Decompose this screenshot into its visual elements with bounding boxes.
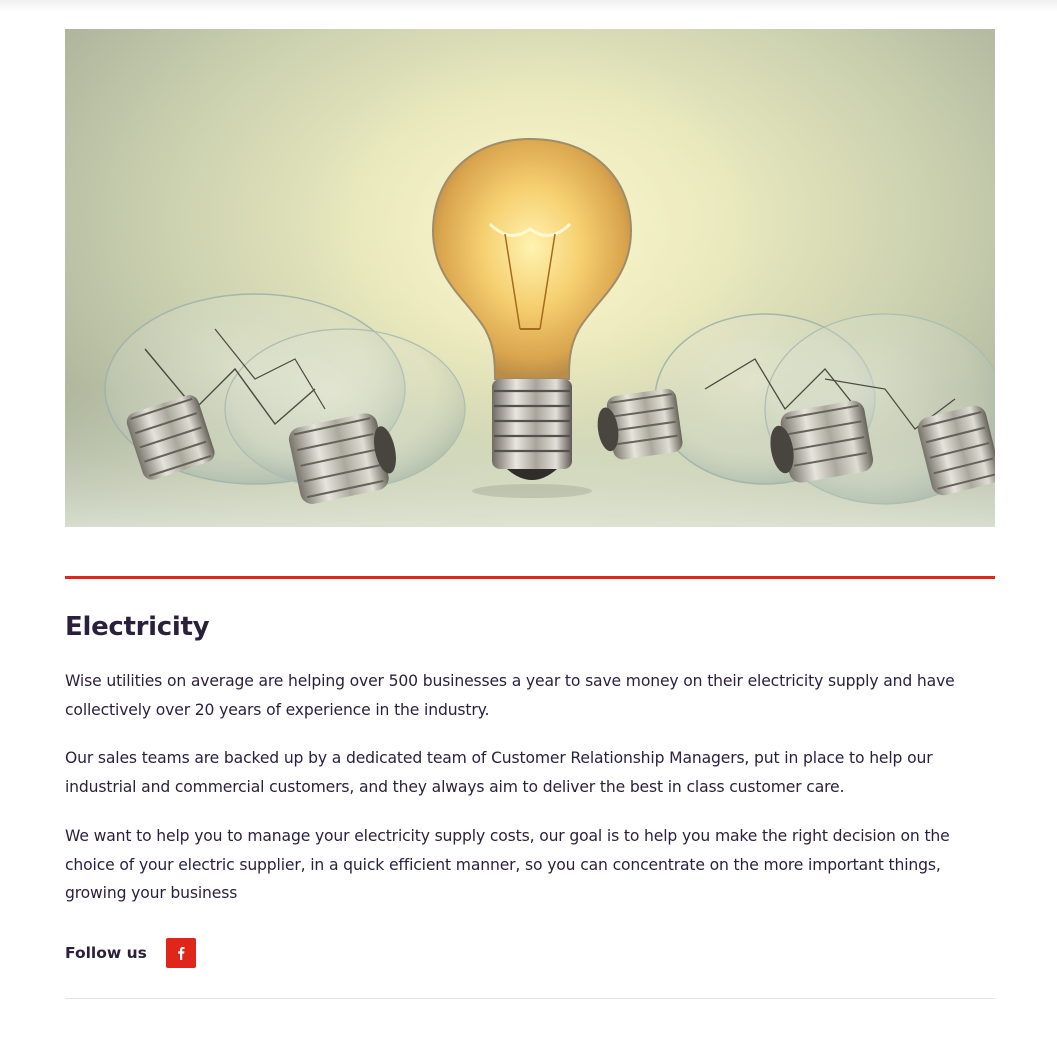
goal-paragraph: We want to help you to manage your elect… [65,827,950,902]
intro-paragraph: Wise utilities on average are helping ov… [65,672,955,719]
follow-us-label: Follow us [65,944,147,962]
facebook-icon [177,947,185,960]
support-paragraph: Our sales teams are backed up by a dedic… [65,749,933,796]
lightbulbs-illustration [65,29,995,527]
bottom-divider [65,998,995,999]
follow-us-section: Follow us [65,938,196,968]
page-title: Electricity [65,612,210,642]
header-shadow [0,0,1057,12]
hero-image [65,29,995,527]
facebook-button[interactable] [165,938,196,968]
section-divider [65,576,995,579]
